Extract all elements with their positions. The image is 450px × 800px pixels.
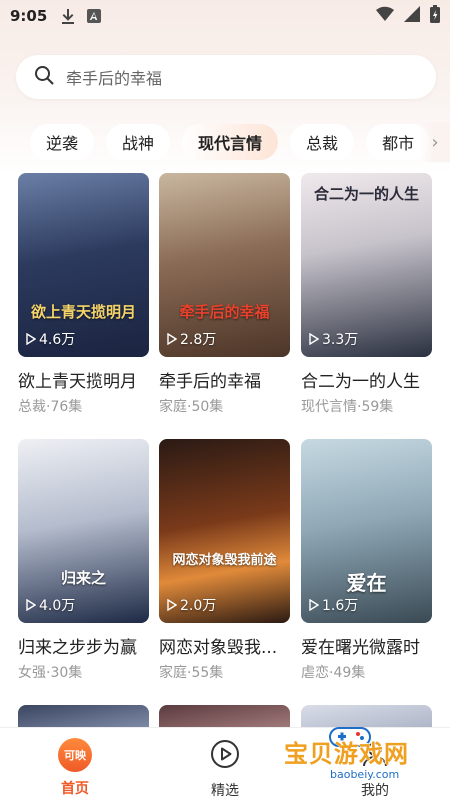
drama-poster[interactable]: 合二为一的人生 3.3万 [301, 173, 432, 357]
category-tab-active[interactable]: 现代言情 [182, 124, 279, 160]
nav-home-label: 首页 [61, 781, 89, 797]
watermark-text: 宝贝游戏网 [284, 740, 409, 768]
drama-title[interactable]: 归来之步步为赢 [18, 633, 149, 658]
play-icon [26, 599, 36, 611]
drama-poster-partial[interactable] [18, 705, 149, 727]
view-count: 4.0万 [26, 595, 75, 615]
drama-meta: 家庭·50集 [159, 399, 224, 415]
signal-icon [404, 6, 420, 26]
poster-title-art: 爱在 [346, 571, 387, 595]
nav-featured-label: 精选 [211, 783, 239, 799]
drama-meta: 女强·30集 [18, 665, 83, 681]
view-count: 2.0万 [167, 595, 216, 615]
poster-title-art: 牵手后的幸福 [179, 303, 270, 321]
view-count-text: 2.0万 [180, 598, 217, 614]
poster-title-art: 归来之 [60, 569, 106, 587]
drama-poster[interactable]: 爱在 1.6万 [301, 439, 432, 623]
drama-meta: 虐恋·49集 [301, 665, 366, 681]
play-icon [167, 599, 177, 611]
drama-poster[interactable]: 网恋对象毁我前途 2.0万 [159, 439, 290, 623]
view-count: 1.6万 [309, 595, 358, 615]
nav-home[interactable]: 可映 首页 [0, 728, 150, 800]
view-count-text: 4.6万 [39, 332, 76, 348]
status-time: 9:05 [10, 7, 48, 25]
poster-title-art: 网恋对象毁我前途 [172, 553, 277, 568]
chevron-right-icon[interactable]: › [420, 122, 450, 162]
watermark: 宝贝游戏网 baobeiy.com [278, 727, 446, 790]
view-count: 2.8万 [167, 329, 216, 349]
play-circle-icon [209, 738, 241, 774]
poster-title-art: 合二为一的人生 [313, 185, 419, 203]
app-notification-icon [87, 9, 102, 23]
battery-icon [430, 5, 440, 27]
play-icon [167, 333, 177, 345]
drama-poster[interactable]: 欲上青天揽明月 4.6万 [18, 173, 149, 357]
category-tab[interactable]: 逆袭 [30, 124, 95, 160]
download-icon [61, 8, 75, 24]
drama-title[interactable]: 欲上青天揽明月 [18, 367, 149, 392]
category-tab[interactable]: 总裁 [290, 124, 355, 160]
drama-poster[interactable]: 归来之 4.0万 [18, 439, 149, 623]
search-placeholder: 牵手后的幸福 [66, 69, 163, 88]
play-icon [309, 599, 319, 611]
category-tab[interactable]: 战神 [106, 124, 171, 160]
drama-card[interactable]: 网恋对象毁我前途 2.0万 网恋对象毁我... 家庭·55集 [159, 439, 290, 682]
play-icon [26, 333, 36, 345]
drama-title[interactable]: 网恋对象毁我... [159, 633, 290, 658]
watermark-url: baobeiy.com [330, 768, 400, 781]
view-count-text: 1.6万 [322, 598, 359, 614]
drama-poster[interactable]: 牵手后的幸福 2.8万 [159, 173, 290, 357]
play-icon [309, 333, 319, 345]
status-bar: 9:05 [0, 0, 450, 32]
search-bar[interactable]: 牵手后的幸福 [16, 55, 436, 99]
drama-title[interactable]: 合二为一的人生 [301, 367, 432, 392]
drama-card[interactable]: 牵手后的幸福 2.8万 牵手后的幸福 家庭·50集 [159, 173, 290, 416]
drama-card[interactable]: 归来之 4.0万 归来之步步为赢 女强·30集 [18, 439, 149, 682]
view-count-text: 2.8万 [180, 332, 217, 348]
drama-title[interactable]: 牵手后的幸福 [159, 367, 290, 392]
drama-meta: 总裁·76集 [18, 399, 83, 415]
poster-title-art: 欲上青天揽明月 [30, 303, 136, 321]
view-count-text: 4.0万 [39, 598, 76, 614]
drama-meta: 家庭·55集 [159, 665, 224, 681]
view-count: 3.3万 [309, 329, 358, 349]
drama-title[interactable]: 爱在曙光微露时 [301, 633, 432, 658]
view-count: 4.6万 [26, 329, 75, 349]
drama-card[interactable]: 欲上青天揽明月 4.6万 欲上青天揽明月 总裁·76集 [18, 173, 149, 416]
category-tabs: 逆袭 战神 现代言情 总裁 都市 › [0, 122, 450, 162]
drama-meta: 现代言情·59集 [301, 399, 394, 415]
search-icon [34, 65, 54, 89]
drama-card[interactable]: 合二为一的人生 3.3万 合二为一的人生 现代言情·59集 [301, 173, 432, 416]
drama-card[interactable]: 爱在 1.6万 爱在曙光微露时 虐恋·49集 [301, 439, 432, 682]
wifi-icon [376, 6, 394, 26]
app-logo-icon: 可映 [58, 738, 92, 772]
view-count-text: 3.3万 [322, 332, 359, 348]
drama-poster-partial[interactable] [159, 705, 290, 727]
